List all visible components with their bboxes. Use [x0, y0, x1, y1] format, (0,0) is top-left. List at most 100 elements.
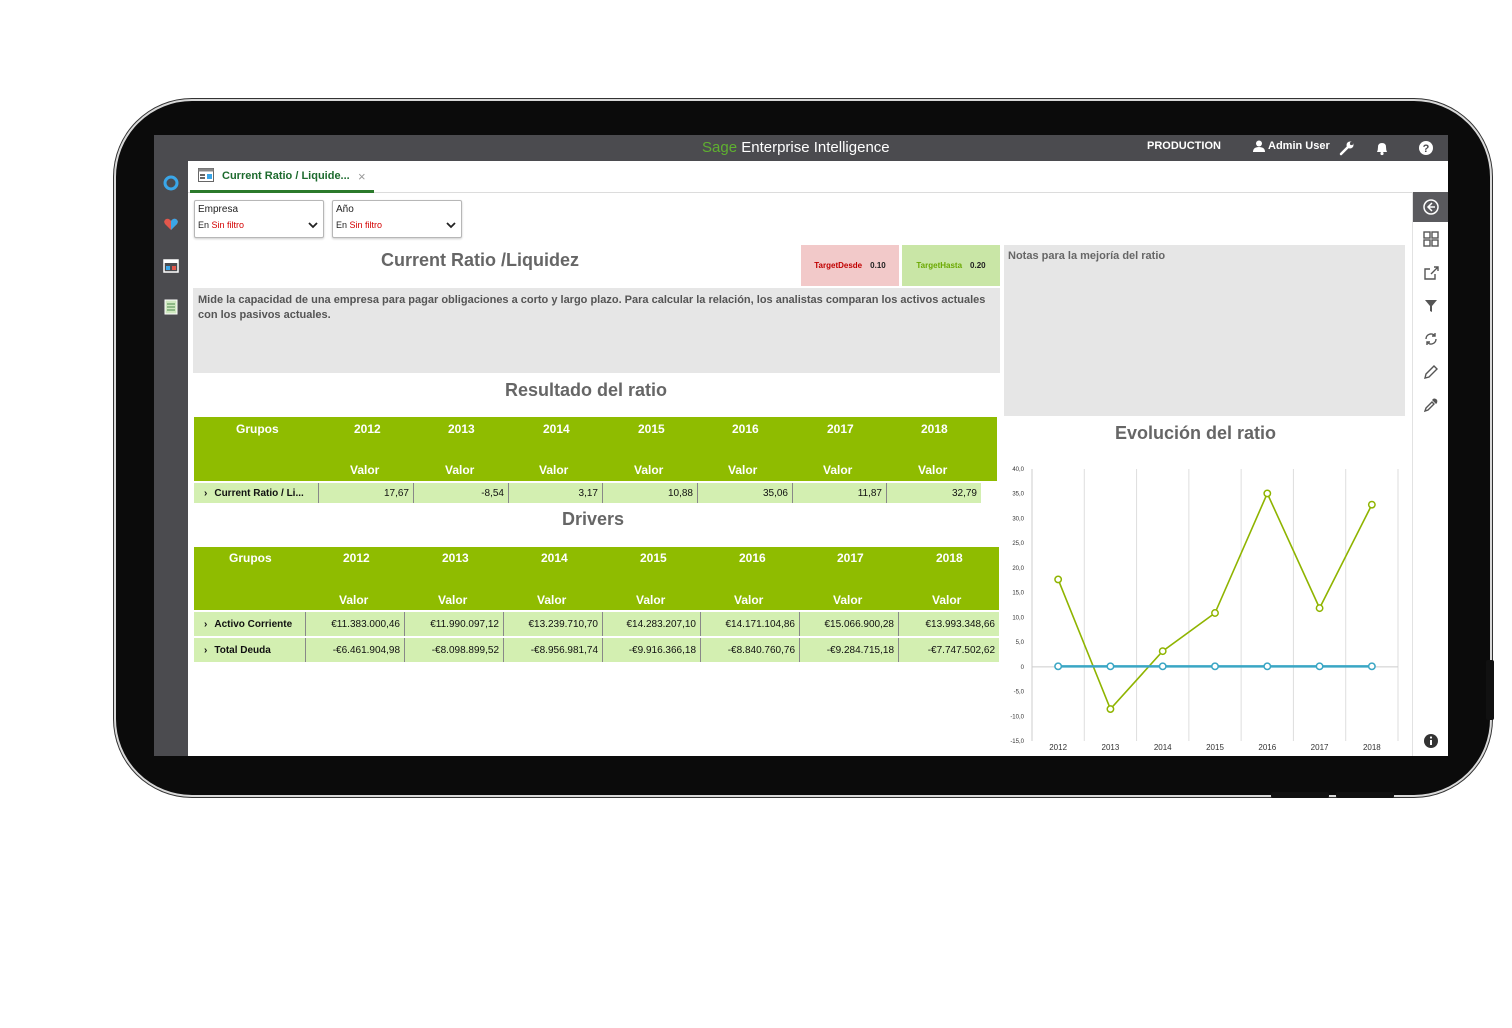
tablet-side-button — [1486, 660, 1494, 720]
header-year: 2016 — [739, 551, 766, 565]
product-name: Enterprise Intelligence — [741, 139, 890, 156]
refresh-icon[interactable] — [1421, 329, 1441, 349]
app-title: Sage Enterprise Intelligence — [702, 139, 890, 156]
header-year: 2014 — [543, 422, 570, 436]
export-icon[interactable] — [1421, 263, 1441, 283]
header-year: 2012 — [343, 551, 370, 565]
page-title: Current Ratio /Liquidez — [381, 250, 579, 270]
user-menu[interactable]: Admin User — [1253, 140, 1330, 152]
color-picker-icon[interactable] — [1421, 395, 1441, 415]
header-year: 2012 — [354, 422, 381, 436]
row-label: › Total Deuda — [194, 638, 306, 662]
chevron-right-icon[interactable]: › — [204, 488, 207, 499]
x-tick-label: 2016 — [1258, 743, 1276, 752]
environment-label[interactable]: PRODUCTION — [1147, 140, 1221, 152]
y-tick-label: 35,0 — [1012, 492, 1024, 498]
table-cell: €13.239.710,70 — [504, 612, 603, 636]
header-value: Valor — [537, 593, 567, 607]
table-cell: -€8.840.760,76 — [701, 638, 800, 662]
wrench-icon[interactable] — [1337, 138, 1357, 158]
header-year: 2016 — [732, 422, 759, 436]
header-year: 2015 — [640, 551, 667, 565]
y-tick-label: 5,0 — [1016, 640, 1025, 646]
favorites-heart-icon[interactable] — [161, 214, 181, 234]
header-value: Valor — [823, 463, 853, 477]
data-point — [1263, 489, 1272, 498]
notes-panel: Notas para la mejoría del ratio — [1004, 245, 1405, 416]
dashboard-tab-icon — [198, 168, 214, 182]
y-tick-label: -5,0 — [1014, 690, 1025, 696]
table-cell: 17,67 — [319, 483, 414, 503]
target-to-badge: TargetHasta 0.20 — [902, 245, 1000, 286]
target-from-value: 0.10 — [870, 261, 886, 270]
table-cell: €11.990.097,12 — [405, 612, 504, 636]
series-line — [1057, 491, 1373, 711]
table-cell: €11.383.000,46 — [306, 612, 405, 636]
report-icon[interactable] — [161, 297, 181, 317]
table-cell: €14.171.104,86 — [701, 612, 800, 636]
collapse-panel-button[interactable] — [1413, 192, 1448, 222]
data-point — [1158, 647, 1167, 656]
target-from-badge: TargetDesde 0.10 — [801, 245, 899, 286]
table-row[interactable]: › Current Ratio / Li... 17,67 -8,54 3,17 … — [194, 483, 981, 503]
edit-pencil-icon[interactable] — [1421, 362, 1441, 382]
table-row[interactable]: › Total Deuda -€6.461.904,98 -€8.098.899,… — [194, 638, 999, 662]
data-point — [1367, 500, 1376, 509]
data-point — [1158, 662, 1167, 671]
data-point — [1054, 662, 1063, 671]
header-year: 2018 — [921, 422, 948, 436]
header-year: 2014 — [541, 551, 568, 565]
header-value: Valor — [445, 463, 475, 477]
data-point — [1054, 575, 1063, 584]
bell-icon[interactable] — [1372, 138, 1392, 158]
chevron-right-icon[interactable]: › — [204, 619, 207, 630]
tab-strip: Current Ratio / Liquide... × — [188, 161, 1412, 193]
filter-icon[interactable] — [1421, 296, 1441, 316]
svg-text:?: ? — [1423, 143, 1430, 155]
info-icon[interactable] — [1421, 731, 1441, 751]
tab-close-button[interactable]: × — [358, 169, 366, 184]
table-cell: -€9.284.715,18 — [800, 638, 899, 662]
table-cell: 10,88 — [603, 483, 698, 503]
description-panel: Mide la capacidad de una empresa para pa… — [193, 288, 1000, 373]
y-tick-label: 40,0 — [1012, 467, 1024, 473]
header-value: Valor — [634, 463, 664, 477]
result-table-header: Grupos 2012 2013 2014 2015 2016 2017 201… — [194, 417, 997, 481]
drivers-table-header: Grupos 2012 2013 2014 2015 2016 2017 201… — [194, 547, 999, 610]
home-ring-icon[interactable] — [161, 173, 181, 193]
company-filter[interactable]: Empresa En Sin filtro — [194, 200, 324, 238]
data-point — [1211, 662, 1219, 671]
y-tick-label: 25,0 — [1012, 541, 1024, 547]
y-tick-label: 20,0 — [1012, 566, 1024, 572]
left-nav-rail — [154, 161, 188, 756]
grid-layout-icon[interactable] — [1421, 229, 1441, 249]
header-value: Valor — [339, 593, 369, 607]
dashboard-icon[interactable] — [161, 256, 181, 276]
data-point — [1263, 662, 1272, 671]
tab-label: Current Ratio / Liquide... — [222, 170, 350, 182]
data-point — [1315, 662, 1324, 671]
chevron-down-icon — [308, 222, 318, 229]
year-filter[interactable]: Año En Sin filtro — [332, 200, 462, 238]
table-cell: 11,87 — [793, 483, 887, 503]
table-cell: -€9.916.366,18 — [603, 638, 701, 662]
x-tick-label: 2015 — [1206, 743, 1224, 752]
x-tick-label: 2013 — [1102, 743, 1120, 752]
table-cell: 35,06 — [698, 483, 793, 503]
chevron-right-icon[interactable]: › — [204, 645, 207, 656]
header-year: 2017 — [837, 551, 864, 565]
data-point — [1106, 705, 1115, 714]
target-to-label: TargetHasta — [916, 261, 963, 270]
user-name: Admin User — [1268, 140, 1330, 152]
top-bar: Sage Enterprise Intelligence PRODUCTION … — [154, 135, 1448, 161]
brand-name: Sage — [702, 139, 738, 156]
tab-current-ratio[interactable]: Current Ratio / Liquide... × — [190, 161, 374, 193]
table-row[interactable]: › Activo Corriente €11.383.000,46 €11.990… — [194, 612, 999, 637]
filter-label: Empresa — [198, 204, 239, 215]
header-value: Valor — [734, 593, 764, 607]
help-icon[interactable]: ? — [1416, 138, 1436, 158]
row-label: › Current Ratio / Li... — [194, 483, 319, 503]
filter-label: Año — [336, 204, 354, 215]
chevron-down-icon — [446, 222, 456, 229]
table-cell: 3,17 — [509, 483, 603, 503]
